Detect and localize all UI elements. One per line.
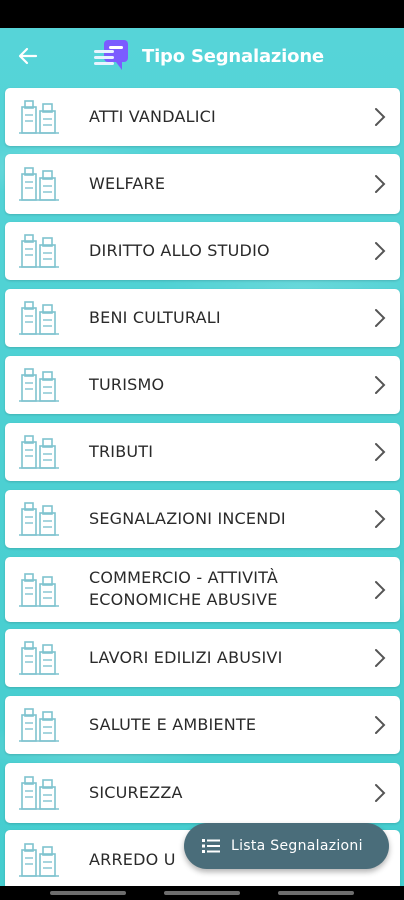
chevron-right-icon	[375, 309, 386, 327]
report-list-icon	[94, 40, 128, 70]
status-bar	[0, 0, 404, 28]
arrow-left-icon	[18, 47, 38, 65]
buildings-icon	[19, 573, 59, 607]
chevron-right-icon	[375, 581, 386, 599]
list-item-turismo[interactable]: TURISMO	[5, 356, 400, 414]
list-item-label: SICUREZZA	[89, 783, 183, 802]
list-item-commercio[interactable]: COMMERCIO - ATTIVITÀ ECONOMICHE ABUSIVE	[5, 557, 400, 622]
chevron-right-icon	[375, 175, 386, 193]
system-nav-bar	[0, 886, 404, 900]
buildings-icon	[19, 100, 59, 134]
app-bar: Tipo Segnalazione	[0, 28, 404, 84]
buildings-icon	[19, 234, 59, 268]
chevron-right-icon	[375, 510, 386, 528]
buildings-icon	[19, 167, 59, 201]
chevron-right-icon	[375, 649, 386, 667]
chevron-right-icon	[375, 108, 386, 126]
chevron-right-icon	[375, 784, 386, 802]
list-item-label: BENI CULTURALI	[89, 308, 221, 327]
nav-back[interactable]	[278, 891, 354, 895]
list-item-label: WELFARE	[89, 174, 166, 193]
title-wrap: Tipo Segnalazione	[92, 36, 324, 76]
list-item-label-line2: ECONOMICHE ABUSIVE	[89, 590, 278, 609]
list-item-label: SEGNALAZIONI INCENDI	[89, 509, 286, 528]
list-item-label-line1: COMMERCIO - ATTIVITÀ	[89, 568, 279, 587]
list-icon	[202, 839, 220, 853]
nav-home[interactable]	[164, 891, 240, 895]
list-item-diritto-allo-studio[interactable]: DIRITTO ALLO STUDIO	[5, 222, 400, 280]
screen: Tipo Segnalazione ATTI VANDALICI WELFARE…	[0, 28, 404, 886]
page-title: Tipo Segnalazione	[142, 45, 324, 67]
fab-label: Lista Segnalazioni	[231, 838, 363, 854]
list-item-label: SALUTE E AMBIENTE	[89, 715, 257, 734]
buildings-icon	[19, 843, 59, 877]
list-item-lavori-edilizi-abusivi[interactable]: LAVORI EDILIZI ABUSIVI	[5, 629, 400, 687]
list-item-label: TURISMO	[89, 375, 165, 394]
list-item-sicurezza[interactable]: SICUREZZA	[5, 763, 400, 823]
list-item-label: ATTI VANDALICI	[89, 107, 216, 126]
buildings-icon	[19, 502, 59, 536]
buildings-icon	[19, 435, 59, 469]
list-item-beni-culturali[interactable]: BENI CULTURALI	[5, 289, 400, 347]
buildings-icon	[19, 641, 59, 675]
list-item-label: LAVORI EDILIZI ABUSIVI	[89, 648, 283, 667]
lista-segnalazioni-button[interactable]: Lista Segnalazioni	[184, 823, 389, 869]
buildings-icon	[19, 708, 59, 742]
list-item-tributi[interactable]: TRIBUTI	[5, 423, 400, 481]
buildings-icon	[19, 301, 59, 335]
list-item-welfare[interactable]: WELFARE	[5, 154, 400, 214]
nav-recents[interactable]	[50, 891, 126, 895]
buildings-icon	[19, 776, 59, 810]
chevron-right-icon	[375, 376, 386, 394]
list-item-label: TRIBUTI	[89, 442, 154, 461]
buildings-icon	[19, 368, 59, 402]
list-item-segnalazioni-incendi[interactable]: SEGNALAZIONI INCENDI	[5, 490, 400, 548]
chevron-right-icon	[375, 716, 386, 734]
list-item-label: DIRITTO ALLO STUDIO	[89, 241, 270, 260]
back-button[interactable]	[14, 42, 42, 70]
list-item-atti-vandalici[interactable]: ATTI VANDALICI	[5, 88, 400, 146]
chevron-right-icon	[375, 443, 386, 461]
list-item-salute-e-ambiente[interactable]: SALUTE E AMBIENTE	[5, 696, 400, 754]
chevron-right-icon	[375, 242, 386, 260]
